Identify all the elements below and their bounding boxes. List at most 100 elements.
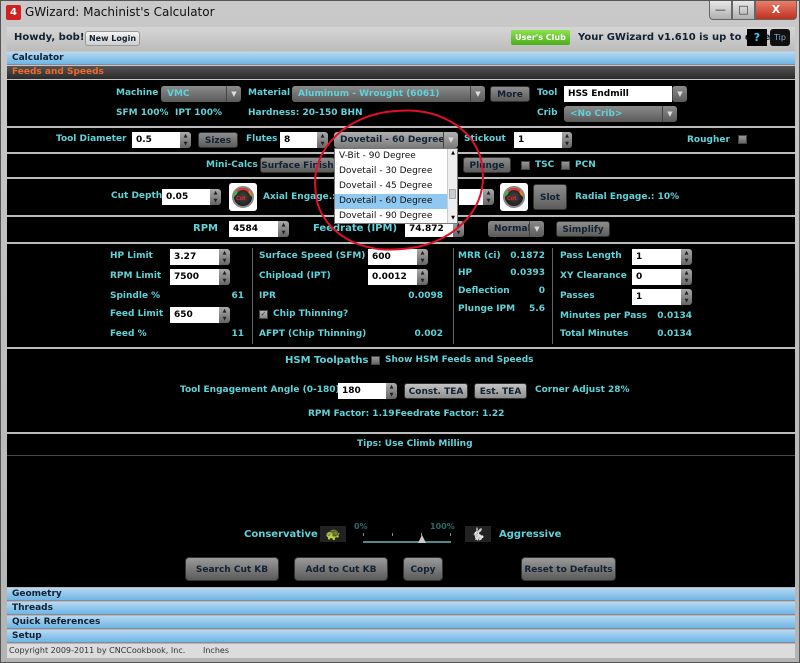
tea-stepper[interactable]: ▲ ▼: [386, 383, 397, 399]
chevron-down-icon: ▼: [662, 106, 677, 122]
show-hsm-checkbox[interactable]: [371, 356, 380, 365]
rpm-stepper[interactable]: ▲ ▼: [278, 221, 289, 237]
dropdown-option[interactable]: Dovetail - 90 Degree: [335, 209, 447, 224]
passes-stepper[interactable]: ▲ ▼: [681, 289, 692, 305]
feed-limit-stepper[interactable]: ▲ ▼: [219, 307, 230, 323]
pass-length-stepper[interactable]: ▲ ▼: [681, 249, 692, 265]
accordion-feeds-and-speeds[interactable]: Feeds and Speeds: [7, 66, 795, 79]
tool-type-dropdown-list[interactable]: V-Bit - 90 Degree Dovetail - 30 Degree D…: [334, 148, 458, 224]
hardness: Hardness: 20-150 BHN: [248, 108, 363, 118]
tip-icon[interactable]: Tip: [770, 29, 790, 46]
const-tea-button[interactable]: Const. TEA: [404, 383, 468, 399]
tool-diameter-label: Tool Diameter: [56, 134, 127, 144]
pass-length-input[interactable]: 1: [632, 249, 681, 265]
feedrate-label: Feedrate (IPM): [313, 223, 398, 234]
radial-width-input[interactable]: [459, 189, 483, 205]
machine-select[interactable]: VMC ▼: [161, 86, 241, 102]
users-club-button[interactable]: User's Club: [511, 30, 570, 45]
stickout-stepper[interactable]: ▲ ▼: [562, 132, 572, 148]
cut-depth-input[interactable]: 0.05: [162, 189, 210, 205]
material-select[interactable]: Aluminum - Wrought (6061) ▼: [292, 86, 485, 102]
scroll-thumb[interactable]: [449, 189, 456, 199]
hp-limit-stepper[interactable]: ▲ ▼: [219, 249, 230, 265]
pcn-label: PCN: [575, 160, 596, 170]
dropdown-option-selected[interactable]: Dovetail - 60 Degree: [335, 194, 447, 209]
slider-thumb[interactable]: [417, 535, 426, 543]
simplify-button[interactable]: Simplify: [556, 221, 610, 237]
help-icon[interactable]: ?: [747, 29, 767, 46]
sfm-stepper[interactable]: ▲ ▼: [417, 249, 428, 265]
mrr-value: 0.1872: [510, 251, 545, 261]
accordion-geometry[interactable]: Geometry: [7, 588, 795, 601]
flutes-stepper[interactable]: ▲ ▼: [317, 132, 328, 148]
radial-gauge-icon[interactable]: Cut: [500, 183, 528, 211]
scroll-up-icon[interactable]: ▲: [448, 149, 458, 158]
hp-limit-label: HP Limit: [110, 251, 153, 261]
scroll-down-icon[interactable]: ▼: [448, 214, 458, 223]
xy-clearance-input[interactable]: 0: [632, 269, 681, 285]
sfm-label: Surface Speed (SFM): [259, 251, 366, 261]
tea-input[interactable]: 180: [338, 383, 386, 399]
rpm-input[interactable]: 4584: [229, 221, 278, 237]
radial-width-stepper[interactable]: ▲ ▼: [483, 189, 494, 205]
conservative-label: Conservative: [244, 529, 318, 540]
chipload-input[interactable]: 0.0012: [368, 269, 417, 285]
divider: [453, 248, 454, 344]
tool-input[interactable]: HSS Endmill: [564, 86, 672, 102]
chipload-stepper[interactable]: ▲ ▼: [417, 269, 428, 285]
rpm-limit-stepper[interactable]: ▲ ▼: [219, 269, 230, 285]
rpm-limit-input[interactable]: 7500: [170, 269, 219, 285]
chevron-down-icon: ▼: [529, 221, 544, 237]
tool-label: Tool: [537, 88, 558, 98]
tool-dropdown-button[interactable]: ▼: [672, 86, 687, 102]
tsc-checkbox[interactable]: [521, 161, 530, 170]
copy-button[interactable]: Copy: [403, 557, 443, 581]
flutes-input[interactable]: 8: [280, 132, 317, 148]
xy-clearance-label: XY Clearance: [560, 271, 627, 281]
accordion-threads[interactable]: Threads: [7, 602, 795, 615]
minimize-button[interactable]: —: [709, 1, 732, 20]
rougher-checkbox[interactable]: [738, 135, 747, 144]
accordion-calculator[interactable]: Calculator: [7, 52, 795, 65]
afpt-label: AFPT (Chip Thinning): [259, 329, 367, 339]
dropdown-option[interactable]: Dovetail - 45 Degree: [335, 179, 447, 194]
tool-type-select[interactable]: Dovetail - 60 Degree ▼: [334, 132, 458, 148]
search-cut-kb-button[interactable]: Search Cut KB: [185, 557, 279, 581]
crib-select[interactable]: <No Crib> ▼: [564, 106, 677, 122]
tool-diameter-input[interactable]: 0.5: [132, 132, 180, 148]
chip-thinning-checkbox[interactable]: ✓: [259, 310, 268, 319]
surface-finish-button[interactable]: Surface Finish: [260, 157, 335, 173]
sizes-button[interactable]: Sizes: [198, 132, 238, 148]
hp-limit-input[interactable]: 3.27: [170, 249, 219, 265]
plunge-button[interactable]: Plunge: [463, 157, 511, 173]
accordion-quick-references[interactable]: Quick References: [7, 616, 795, 629]
new-login-button[interactable]: New Login: [85, 31, 140, 46]
corner-adjust: Corner Adjust 28%: [535, 385, 630, 395]
add-to-cut-kb-button[interactable]: Add to Cut KB: [294, 557, 388, 581]
reset-defaults-button[interactable]: Reset to Defaults: [521, 557, 616, 581]
close-button[interactable]: X: [755, 1, 797, 20]
spindle-pct-value: 61: [231, 291, 244, 301]
tool-diameter-stepper[interactable]: ▲ ▼: [180, 132, 191, 148]
est-tea-button[interactable]: Est. TEA: [474, 383, 527, 399]
feed-limit-input[interactable]: 650: [170, 307, 219, 323]
passes-input[interactable]: 1: [632, 289, 681, 305]
cut-depth-stepper[interactable]: ▲ ▼: [210, 189, 221, 205]
greeting: Howdy, bob!: [14, 32, 85, 43]
xy-clearance-stepper[interactable]: ▲ ▼: [681, 269, 692, 285]
stickout-input[interactable]: 1: [514, 132, 562, 148]
accordion-setup[interactable]: Setup: [7, 630, 795, 643]
slider-track[interactable]: [363, 541, 451, 543]
more-button[interactable]: More: [490, 86, 530, 102]
tool-type-value: Dovetail - 60 Degree: [340, 135, 445, 145]
pcn-checkbox[interactable]: [561, 161, 570, 170]
dropdown-scrollbar[interactable]: ▲ ▼: [447, 149, 457, 223]
dropdown-option[interactable]: V-Bit - 90 Degree: [335, 149, 447, 164]
maximize-button[interactable]: □: [732, 1, 755, 20]
dropdown-option[interactable]: Dovetail - 30 Degree: [335, 164, 447, 179]
sfm-input[interactable]: 600: [368, 249, 417, 265]
deflection-value: 0: [538, 286, 545, 296]
mode-select[interactable]: Normal ▼: [488, 221, 544, 237]
slot-button[interactable]: Slot: [533, 184, 567, 210]
cut-depth-gauge-icon[interactable]: Cut: [229, 183, 257, 211]
